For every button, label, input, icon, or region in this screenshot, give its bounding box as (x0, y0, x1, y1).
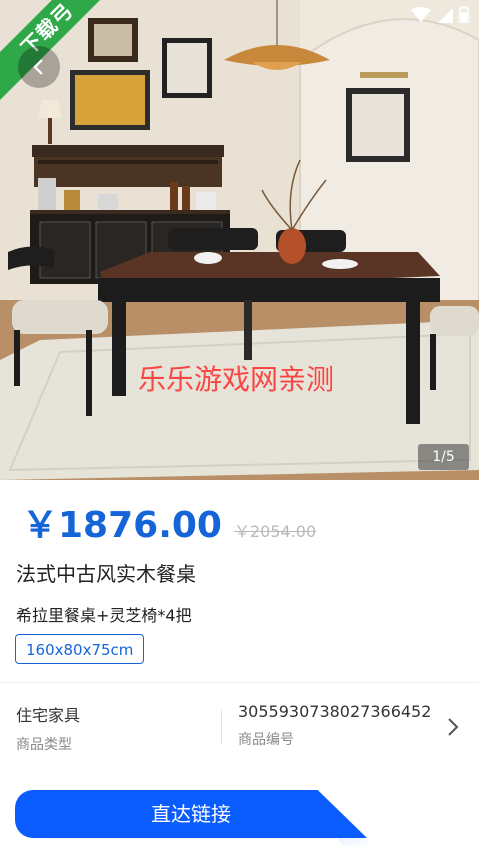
meta-separator (221, 710, 222, 744)
wifi-icon (411, 6, 431, 22)
product-title: 法式中古风实木餐桌 (16, 562, 196, 586)
product-code-info[interactable]: 3055930738027366452 商品编号 (238, 702, 431, 749)
price-row: ￥1876.00 ￥2054.00 (22, 496, 316, 548)
spec-option-chip[interactable]: 160x80x75cm (15, 634, 145, 664)
product-code-label: 商品编号 (238, 732, 294, 748)
product-image-carousel[interactable]: 下载弓 乐乐游戏网亲测 1/5 (0, 0, 479, 480)
direct-link-button[interactable]: 直达链接 (15, 790, 367, 838)
current-price: ￥1876.00 (22, 505, 222, 546)
chevron-right-icon[interactable] (446, 716, 460, 738)
product-photo (0, 0, 479, 480)
image-counter: 1/5 (418, 444, 469, 470)
battery-icon (459, 6, 469, 23)
category-value: 住宅家具 (16, 706, 81, 725)
back-button[interactable] (18, 46, 60, 88)
back-icon (33, 59, 43, 75)
signal-icon (438, 7, 453, 23)
product-subtitle: 希拉里餐桌+灵芝椅*4把 (16, 606, 192, 625)
watermark-text: 乐乐游戏网亲测 (138, 363, 335, 396)
category-info: 住宅家具 商品类型 (16, 702, 80, 754)
original-price: ￥2054.00 (233, 522, 317, 541)
category-label: 商品类型 (16, 737, 72, 753)
product-code-value: 3055930738027366452 (238, 702, 432, 721)
status-bar (411, 6, 469, 23)
section-divider (0, 682, 479, 683)
